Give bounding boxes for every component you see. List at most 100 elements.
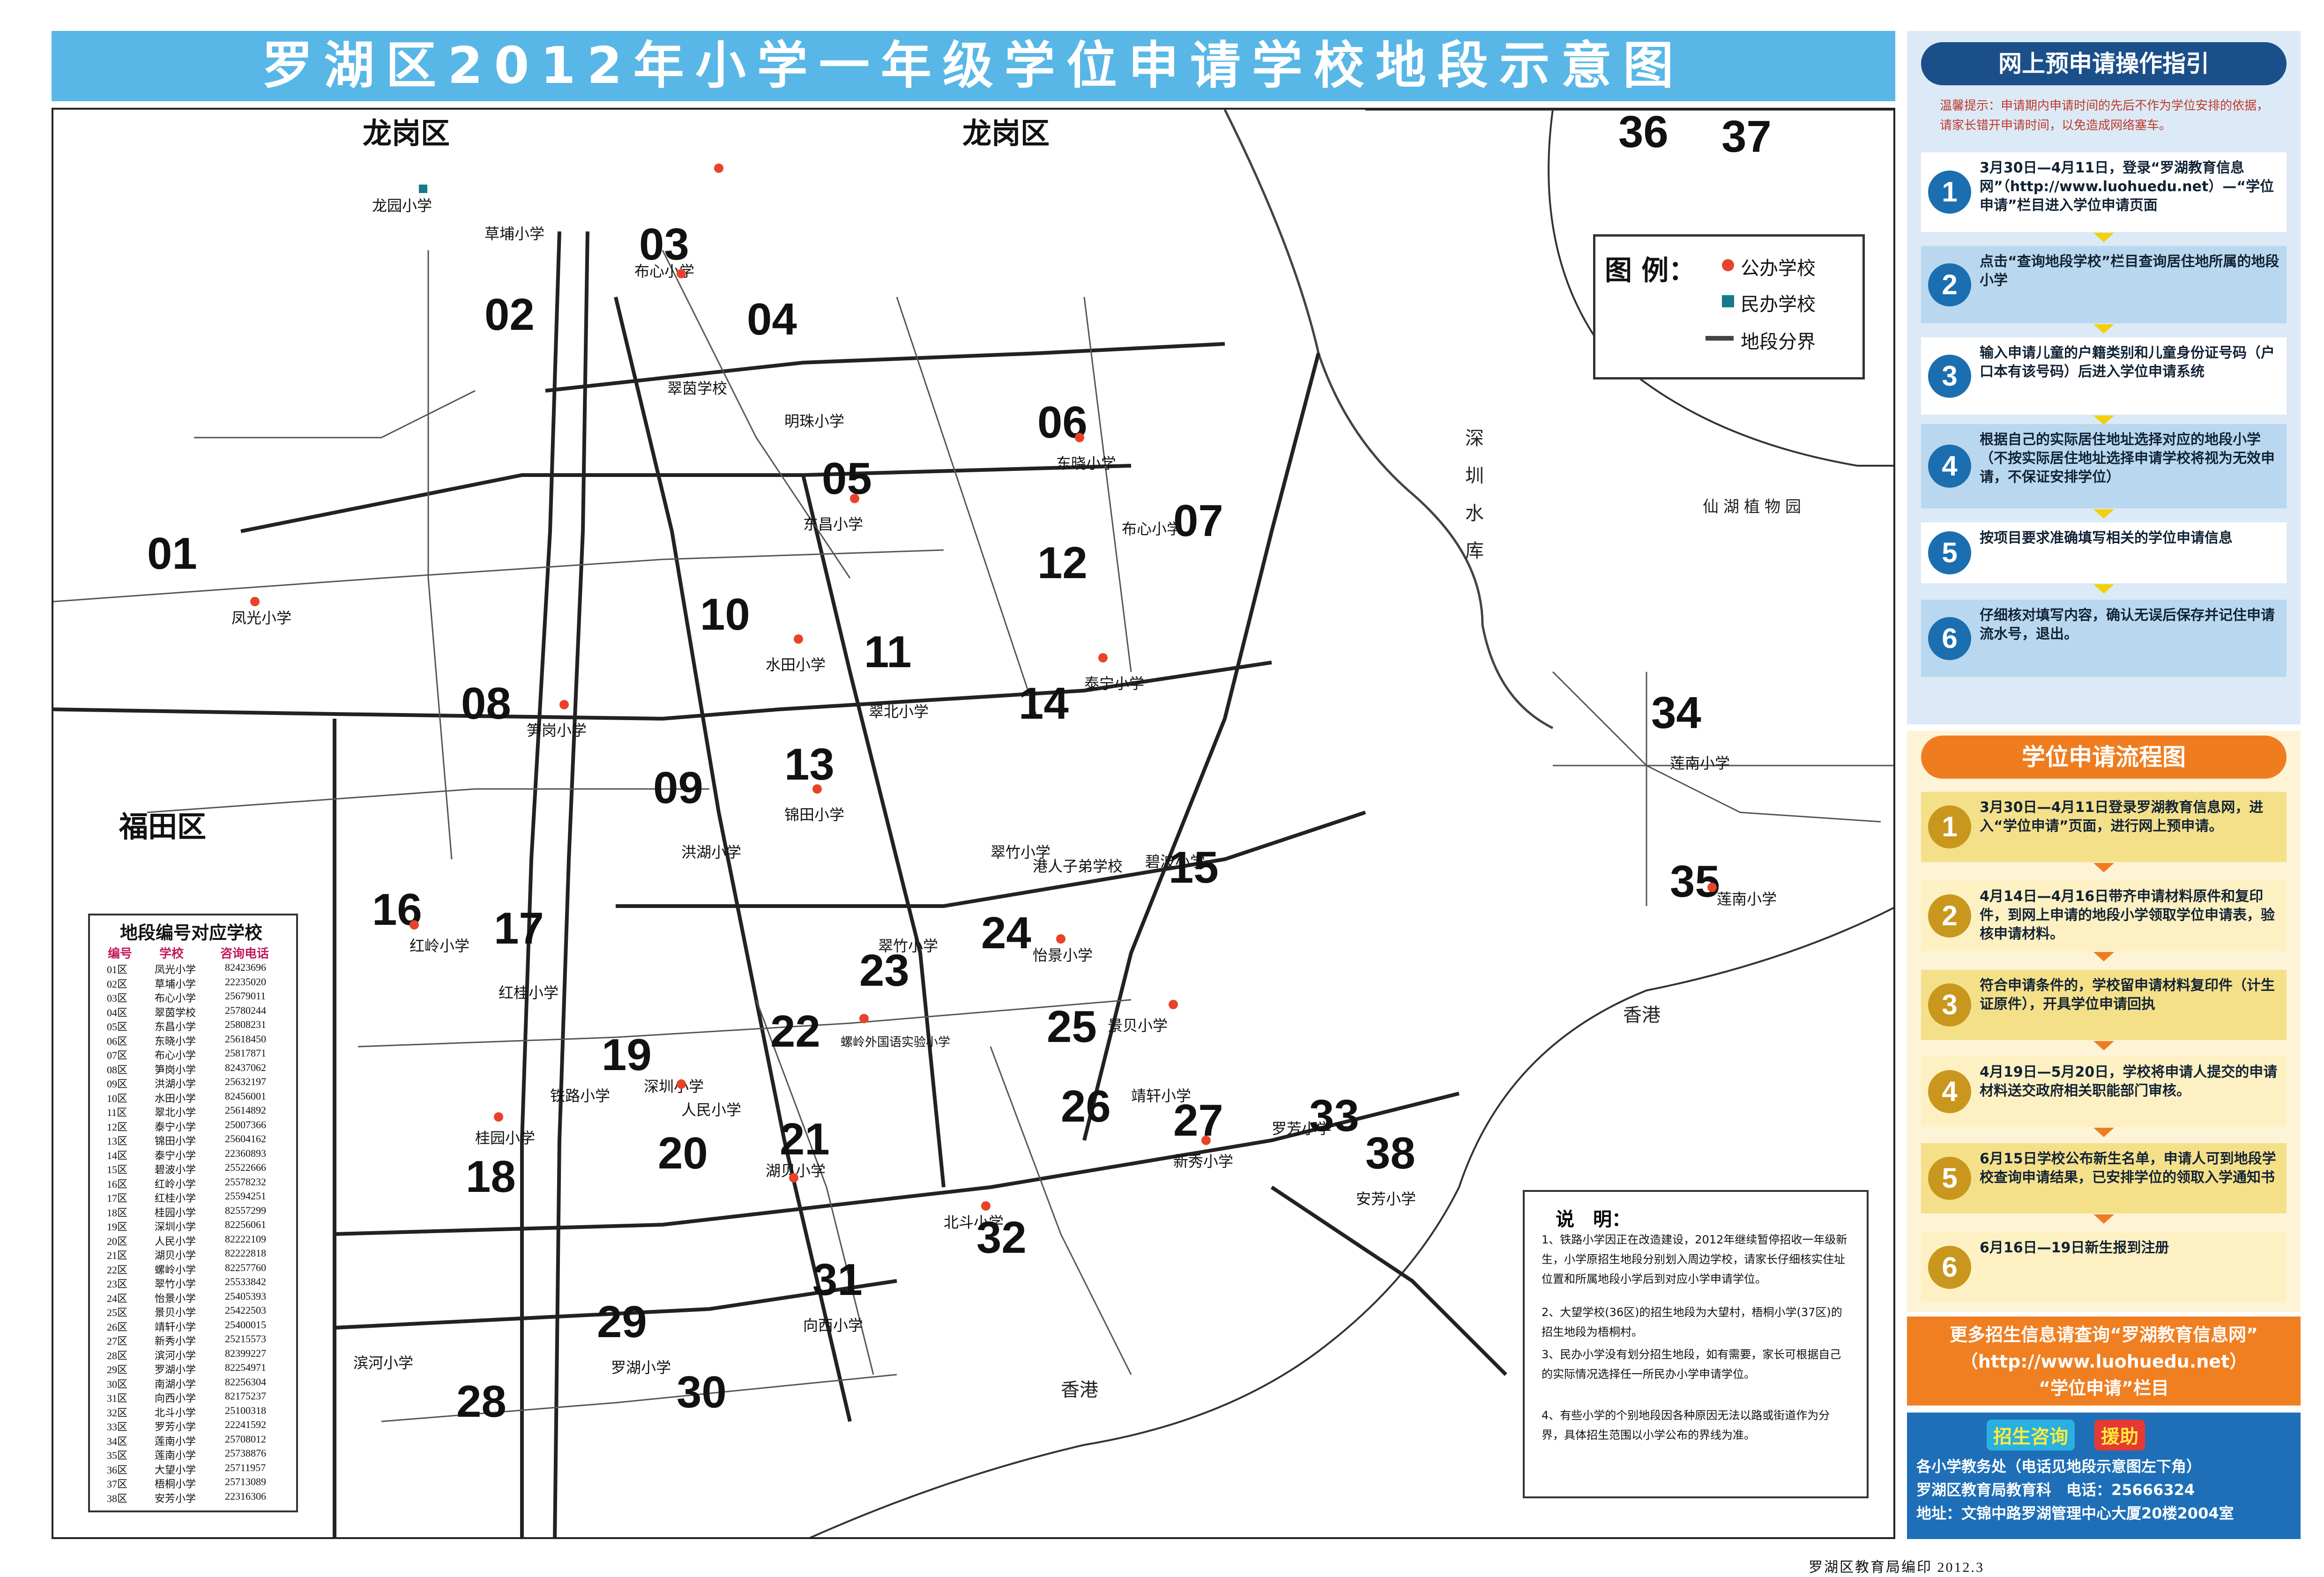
public-school-marker	[1056, 934, 1065, 944]
table-cell-school: 新秀小学	[155, 1335, 196, 1347]
contact-badge: 招生咨询	[1987, 1420, 2075, 1451]
table-cell-phone: 82437062	[225, 1061, 266, 1073]
down-arrow-icon	[2093, 233, 2114, 242]
zone-20: 20	[658, 1128, 708, 1178]
school-label: 桂园小学	[475, 1129, 536, 1147]
zone-11: 11	[864, 627, 912, 677]
table-cell-school: 红岭小学	[155, 1178, 196, 1190]
table-cell-phone: 25780244	[225, 1004, 266, 1016]
school-label: 洪湖小学	[681, 843, 742, 861]
table-cell-school: 北斗小学	[155, 1406, 196, 1419]
legend-public-label: 公办学校	[1741, 258, 1816, 279]
table-cell-number: 36区	[107, 1464, 128, 1476]
table-cell-phone: 25400015	[225, 1318, 266, 1331]
table-cell-school: 靖轩小学	[155, 1321, 196, 1333]
label-botanical-garden: 仙湖植物园	[1703, 498, 1806, 516]
table-cell-number: 29区	[107, 1364, 128, 1376]
district-label-futian: 福田区	[119, 810, 207, 844]
table-cell-number: 18区	[107, 1206, 128, 1219]
online-step-number: 4	[1928, 445, 1971, 488]
public-school-marker	[677, 269, 686, 278]
more-info-link[interactable]: （http://www.luohuedu.net）	[1907, 1347, 2301, 1373]
zone-13: 13	[784, 739, 834, 789]
table-header-school: 学校	[159, 947, 184, 961]
table-cell-number: 30区	[107, 1378, 128, 1390]
table-cell-school: 布心小学	[155, 992, 196, 1004]
table-cell-number: 07区	[107, 1049, 128, 1061]
school-label: 翠竹小学	[878, 937, 939, 955]
table-cell-school: 翠竹小学	[155, 1278, 196, 1290]
school-label: 螺岭外国语实验小学	[841, 1035, 951, 1049]
table-cell-number: 32区	[107, 1406, 128, 1419]
district-label-longgang-1: 龙岗区	[363, 116, 450, 150]
table-cell-phone: 25422503	[225, 1304, 266, 1316]
boundary-swatch	[1706, 336, 1734, 341]
online-step-number: 2	[1928, 263, 1971, 306]
process-step-number: 5	[1928, 1157, 1971, 1200]
table-cell-school: 景贝小学	[155, 1307, 196, 1318]
zone-14: 14	[1019, 678, 1069, 729]
school-label: 碧波小学	[1145, 853, 1206, 870]
table-cell-phone: 25713089	[225, 1476, 266, 1488]
label-hongkong-1: 香港	[1061, 1379, 1098, 1401]
public-school-marker	[677, 1079, 686, 1089]
school-label: 笋岗小学	[527, 722, 587, 739]
zone-36: 36	[1618, 108, 1669, 157]
table-cell-phone: 82222818	[225, 1247, 266, 1259]
table-cell-phone: 22235020	[225, 975, 266, 988]
contact-line1: 各小学教务处（电话见地段示意图左下角）	[1916, 1458, 2202, 1475]
table-cell-school: 东晓小学	[155, 1035, 196, 1047]
school-label: 怡景小学	[1033, 946, 1093, 964]
public-school-marker	[714, 164, 723, 173]
table-cell-school: 湖贝小学	[155, 1250, 196, 1261]
table-cell-number: 13区	[107, 1135, 128, 1147]
school-label: 红岭小学	[410, 937, 470, 955]
process-step-text: 4月14日—4月16日带齐申请材料原件和复印件，到网上申请的地段小学领取学位申请…	[1980, 888, 2275, 942]
table-cell-phone: 25007366	[225, 1118, 266, 1131]
table-cell-phone: 25738876	[225, 1447, 266, 1459]
table-cell-phone: 82222109	[225, 1233, 266, 1245]
table-cell-school: 罗湖小学	[155, 1364, 196, 1376]
table-cell-phone: 82399227	[225, 1347, 266, 1359]
public-school-marker	[794, 634, 803, 644]
table-cell-phone: 82257760	[225, 1261, 266, 1273]
public-school-marker	[812, 784, 822, 794]
district-label-longgang-2: 龙岗区	[962, 116, 1050, 150]
school-label: 东晓小学	[1056, 454, 1117, 472]
table-cell-phone: 25808231	[225, 1019, 266, 1030]
table-cell-number: 10区	[107, 1092, 128, 1104]
notes-heading: 说 明：	[1556, 1209, 1631, 1230]
down-arrow-icon	[2093, 584, 2114, 594]
school-label: 红桂小学	[499, 984, 559, 1002]
table-cell-number: 05区	[107, 1021, 128, 1033]
zone-35: 35	[1670, 856, 1720, 907]
down-arrow-icon	[2093, 324, 2114, 334]
public-school-swatch	[1722, 259, 1734, 271]
online-step-number: 3	[1928, 354, 1971, 398]
private-school-swatch	[1722, 295, 1734, 307]
process-step-number: 1	[1928, 805, 1971, 848]
table-cell-number: 11区	[107, 1107, 127, 1118]
table-cell-number: 20区	[107, 1235, 128, 1247]
table-cell-phone: 82256061	[225, 1219, 266, 1230]
school-label: 铁路小学	[550, 1087, 611, 1105]
table-cell-school: 螺岭小学	[155, 1264, 196, 1276]
legend-title: 图 例：	[1605, 254, 1696, 286]
school-label: 草埔小学	[484, 225, 545, 243]
table-cell-number: 21区	[107, 1250, 128, 1261]
table-cell-number: 06区	[107, 1035, 128, 1047]
school-label: 锦田小学	[784, 806, 845, 824]
table-cell-number: 33区	[107, 1421, 128, 1433]
zone-24: 24	[981, 908, 1031, 958]
table-cell-number: 15区	[107, 1164, 128, 1175]
table-cell-number: 38区	[107, 1492, 128, 1504]
school-label: 罗芳小学	[1272, 1120, 1332, 1138]
zone-18: 18	[466, 1152, 516, 1202]
zone-05: 05	[822, 454, 872, 504]
zone-10: 10	[700, 589, 750, 640]
private-school-marker	[419, 185, 427, 193]
table-cell-number: 17区	[107, 1192, 128, 1204]
table-cell-phone: 25711957	[225, 1461, 266, 1473]
public-school-marker	[494, 1112, 503, 1122]
online-step-text: 3月30日—4月11日，登录“罗湖教育信息网”（http://www.luohu…	[1980, 160, 2274, 214]
